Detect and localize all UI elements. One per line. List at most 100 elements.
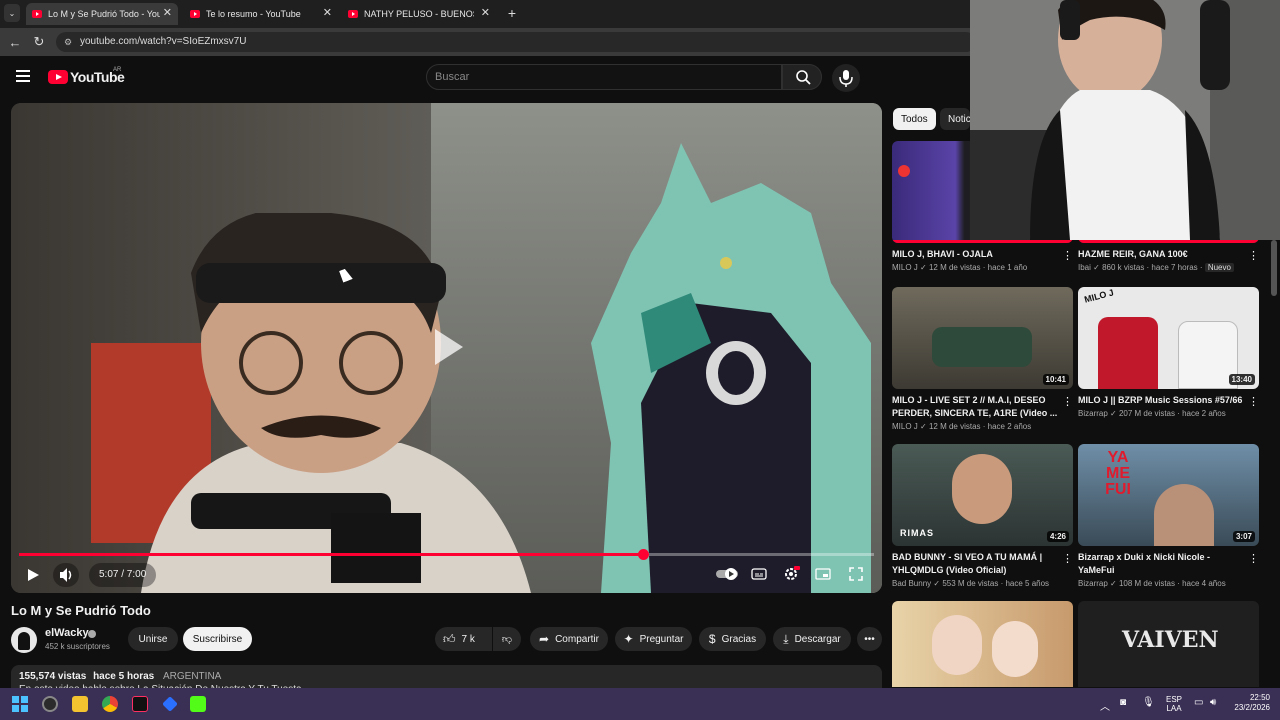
voice-search-button[interactable] [832,64,860,92]
scene-shape [932,327,1032,367]
video-thumbnail[interactable]: MILO J 13:40 [1078,287,1259,389]
tab-active[interactable]: Lo M y Se Pudrió Todo - YouTube ✕ [26,3,178,25]
kick-icon[interactable] [190,696,206,712]
recommendation-card[interactable] [892,601,1073,687]
network-icon[interactable]: ▭ [1194,697,1203,708]
dislike-button[interactable]: 👎︎ [493,627,521,651]
hamburger-menu-icon[interactable] [16,70,30,82]
clock[interactable]: 22:50 23/2/2026 [1228,693,1270,713]
video-thumbnail[interactable]: 10:41 [892,287,1073,389]
thumbs-down-icon: 👎︎ [501,634,513,645]
video-title[interactable]: HAZME REIR, GANA 100€ [1078,248,1246,261]
video-thumbnail[interactable]: RIMAS 4:26 [892,444,1073,546]
volume-button[interactable] [53,563,79,587]
video-title[interactable]: MILO J - LIVE SET 2 // M.A.I, DESEO PERD… [892,394,1060,420]
video-player[interactable]: 5:07 / 7:00 [11,103,882,593]
tiktok-icon[interactable] [132,696,148,712]
video-thumbnail[interactable] [892,601,1073,687]
channel-avatar[interactable] [11,627,37,653]
close-tab-icon[interactable]: ✕ [323,6,332,19]
page-scrollbar[interactable] [1271,240,1277,296]
reload-icon[interactable]: ↻ [30,33,48,51]
region-code: AR [113,67,122,73]
obs-icon[interactable] [42,696,58,712]
close-tab-icon[interactable]: ✕ [481,6,490,19]
windows-taskbar: ︿ ◙ 🎙︎ ESP LAA ▭ 🔊︎ 22:50 23/2/2026 [0,688,1280,720]
channel-name[interactable]: MILO J [892,422,918,431]
recommendation-card[interactable]: RIMAS 4:26 BAD BUNNY - SI VEO A TU MAMÁ … [892,444,1073,588]
close-tab-icon[interactable]: ✕ [163,6,172,19]
discord-icon[interactable]: ◙ [1120,697,1126,708]
verified-icon: ✓ [933,579,941,588]
tab-search-button[interactable]: ⌄ [4,4,20,22]
video-title[interactable]: MILO J, BHAVI - OJALA [892,248,1060,261]
more-options-icon[interactable]: ⋮ [1062,552,1073,565]
figure-illustration [591,143,871,593]
new-tab-button[interactable]: + [503,4,521,22]
channel-name[interactable]: MILO J [892,263,918,272]
miniplayer-button[interactable] [814,566,832,582]
volume-icon [60,568,72,582]
chevron-up-icon[interactable]: ︿ [1100,698,1110,713]
recommendation-card[interactable]: MILO J 13:40 MILO J || BZRP Music Sessio… [1078,287,1259,418]
video-title[interactable]: BAD BUNNY - SI VEO A TU MAMÁ | YHLQMDLG … [892,551,1060,577]
subtitles-button[interactable] [750,566,768,582]
chrome-icon[interactable] [102,696,118,712]
windows-start-icon[interactable] [12,696,28,712]
share-button[interactable]: ➦ Compartir [530,627,608,651]
face-shape [992,621,1038,677]
thanks-button[interactable]: $ Gracias [699,627,766,651]
channel-name[interactable]: Ibai [1078,263,1091,272]
download-icon: ⤓ [783,631,789,646]
chip-news[interactable]: Notic [940,108,970,130]
badge-icon [898,165,910,177]
play-button[interactable] [23,565,43,585]
ask-button[interactable]: ✦ Preguntar [615,627,692,651]
file-explorer-icon[interactable] [72,696,88,712]
gear-icon [785,566,800,580]
more-options-icon[interactable]: ⋮ [1248,552,1259,565]
language-indicator[interactable]: ESP LAA [1166,695,1182,713]
back-icon[interactable]: ← [6,33,24,51]
tab-2[interactable]: Te lo resumo - YouTube ✕ [184,3,338,25]
autoplay-toggle[interactable] [715,567,739,581]
more-actions-button[interactable]: ••• [857,627,882,651]
channel-name[interactable]: Bizarrap [1078,409,1108,418]
download-button[interactable]: ⤓ Descargar [773,627,851,651]
volume-tray-icon[interactable]: 🔊︎ [1210,697,1216,708]
more-options-icon[interactable]: ⋮ [1062,395,1073,408]
tab-3[interactable]: NATHY PELUSO - BUENOS AIRES ✕ [342,3,496,25]
app-diamond-icon[interactable] [162,696,178,712]
youtube-favicon-icon [348,10,358,18]
youtube-header: YouTube AR Buscar [0,56,970,98]
channel-name[interactable]: Bad Bunny [892,579,931,588]
fullscreen-button[interactable] [847,566,865,582]
face-shape [932,615,982,675]
recommendation-card[interactable]: 10:41 MILO J - LIVE SET 2 // M.A.I, DESE… [892,287,1073,431]
video-thumbnail[interactable]: YA ME FUI 3:07 [1078,444,1259,546]
video-title[interactable]: Bizarrap x Duki x Nicki Nicole - YaMeFui [1078,551,1246,577]
youtube-logo[interactable]: YouTube AR [48,67,125,85]
chip-all[interactable]: Todos [893,108,936,130]
more-options-icon[interactable]: ⋮ [1248,249,1259,262]
more-options-icon[interactable]: ⋮ [1248,395,1259,408]
recommendation-card[interactable]: VAIVEN [1078,601,1259,687]
search-button[interactable] [782,64,822,90]
channel-name[interactable]: elWacky [45,627,89,639]
more-options-icon[interactable]: ⋮ [1062,249,1073,262]
subscribe-button[interactable]: Suscribirse [183,627,252,651]
seek-bar[interactable] [19,549,874,560]
search-input[interactable]: Buscar [426,64,782,90]
video-thumbnail[interactable]: VAIVEN [1078,601,1259,687]
video-title[interactable]: MILO J || BZRP Music Sessions #57/66 [1078,394,1246,407]
channel-name[interactable]: Bizarrap [1078,579,1108,588]
recommendation-card[interactable]: YA ME FUI 3:07 Bizarrap x Duki x Nicki N… [1078,444,1259,588]
settings-button[interactable] [782,565,800,583]
like-button[interactable]: 👍︎ 7 k [435,627,492,651]
join-button[interactable]: Unirse [128,627,178,651]
mic-icon[interactable]: 🎙︎ [1142,697,1155,708]
url-field[interactable]: ⚙ youtube.com/watch?v=SIoEZmxsv7U [56,32,976,52]
site-info-icon[interactable]: ⚙ [64,32,72,52]
play-overlay-icon[interactable] [435,329,463,365]
tab-label: Te lo resumo - YouTube [206,9,301,19]
